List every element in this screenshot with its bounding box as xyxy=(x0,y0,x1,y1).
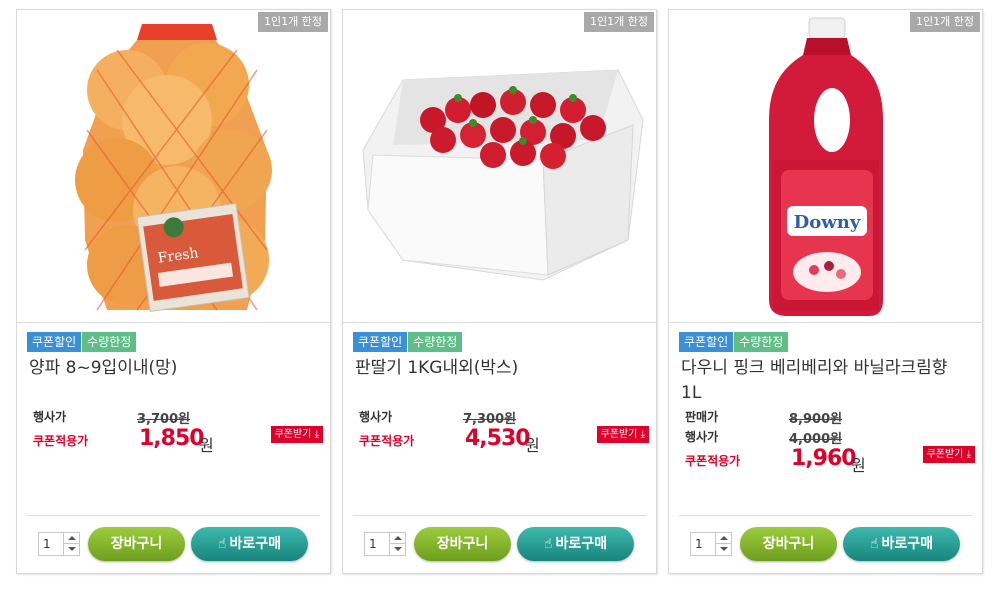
add-to-cart-button[interactable]: 장바구니 xyxy=(414,527,511,561)
quantity-value[interactable]: 1 xyxy=(695,537,703,551)
limit-badge: 1인1개 한정 xyxy=(584,12,654,32)
price-row-event: 행사가 3,700원 xyxy=(33,406,323,427)
divider xyxy=(353,515,646,516)
coupon-discount-tag: 쿠폰할인 xyxy=(353,332,408,352)
divider xyxy=(669,322,982,323)
limited-quantity-tag: 수량한정 xyxy=(82,332,137,352)
price-value: 7,300원 xyxy=(463,412,517,427)
coupon-price-unit: 원 xyxy=(851,456,866,475)
price-value: 3,700원 xyxy=(137,412,191,427)
buy-now-button[interactable]: ☝ 바로구매 xyxy=(191,527,308,561)
divider xyxy=(679,515,972,516)
get-coupon-button[interactable]: 쿠폰받기 ⤓ xyxy=(596,426,649,443)
coupon-discount-tag: 쿠폰할인 xyxy=(27,332,82,352)
coupon-price-label: 쿠폰적용가 xyxy=(359,434,415,448)
price-label: 행사가 xyxy=(685,430,719,444)
price-label: 행사가 xyxy=(33,410,67,424)
price-value: 8,900원 xyxy=(789,412,843,427)
quantity-up-icon[interactable] xyxy=(715,533,731,544)
limited-quantity-tag: 수량한정 xyxy=(734,332,789,352)
divider xyxy=(17,322,330,323)
quantity-value[interactable]: 1 xyxy=(43,537,51,551)
price-row-event: 행사가 7,300원 xyxy=(359,406,649,427)
downy-bottle-image: Downy xyxy=(769,17,883,316)
quantity-value[interactable]: 1 xyxy=(369,537,377,551)
product-name[interactable]: 양파 8~9입이내(망) xyxy=(29,356,319,381)
coupon-discount-tag: 쿠폰할인 xyxy=(679,332,734,352)
hand-pointer-icon: ☝ xyxy=(217,536,227,552)
price-label: 판매가 xyxy=(685,410,719,424)
limit-badge: 1인1개 한정 xyxy=(910,12,980,32)
coupon-price-label: 쿠폰적용가 xyxy=(33,434,89,448)
price-row-event: 행사가 4,000원 xyxy=(685,426,975,447)
buy-now-button[interactable]: ☝ 바로구매 xyxy=(517,527,634,561)
downy-label-text: Downy xyxy=(794,212,861,233)
quantity-up-icon[interactable] xyxy=(389,533,405,544)
quantity-up-icon[interactable] xyxy=(63,533,79,544)
add-to-cart-button[interactable]: 장바구니 xyxy=(740,527,837,561)
get-coupon-button[interactable]: 쿠폰받기 ⤓ xyxy=(270,426,323,443)
product-card-downy: 1인1개 한정 Downy 쿠폰할인 수량한정 다우니 핑크 베리베리와 바닐라… xyxy=(668,9,983,574)
limit-badge: 1인1개 한정 xyxy=(258,12,328,32)
product-image-onion[interactable]: 1인1개 한정 Fresh xyxy=(17,10,330,322)
download-icon: ⤓ xyxy=(966,449,971,460)
limited-quantity-tag: 수량한정 xyxy=(408,332,463,352)
onion-bag-image: Fresh xyxy=(75,24,272,312)
coupon-price-row: 쿠폰적용가 1,850 원 쿠폰받기 ⤓ xyxy=(33,426,323,460)
product-image-strawberry[interactable]: 1인1개 한정 xyxy=(343,10,656,322)
coupon-price-amount: 1,850 xyxy=(139,426,205,451)
tag-group: 쿠폰할인 수량한정 xyxy=(353,332,463,352)
buy-now-button[interactable]: ☝ 바로구매 xyxy=(843,527,960,561)
divider xyxy=(343,322,656,323)
quantity-stepper[interactable]: 1 xyxy=(690,532,732,556)
get-coupon-button[interactable]: 쿠폰받기 ⤓ xyxy=(922,446,975,463)
hand-pointer-icon: ☝ xyxy=(543,536,553,552)
price-list: 행사가 3,700원 쿠폰적용가 1,850 원 쿠폰받기 ⤓ xyxy=(33,406,323,460)
price-list: 판매가 8,900원 행사가 4,000원 쿠폰적용가 1,960 원 쿠폰받기… xyxy=(685,406,975,480)
product-card-onion: 1인1개 한정 Fresh 쿠폰할인 수량한정 양파 8~9입이내(망) 행사가… xyxy=(16,9,331,574)
coupon-price-amount: 4,530 xyxy=(465,426,531,451)
quantity-down-icon[interactable] xyxy=(715,544,731,555)
download-icon: ⤓ xyxy=(640,429,645,440)
product-name[interactable]: 판딸기 1KG내외(박스) xyxy=(355,356,645,381)
product-name[interactable]: 다우니 핑크 베리베리와 바닐라크림향 1L xyxy=(681,356,971,406)
coupon-price-unit: 원 xyxy=(199,436,214,455)
divider xyxy=(27,515,320,516)
coupon-price-amount: 1,960 xyxy=(791,446,857,471)
coupon-price-row: 쿠폰적용가 4,530 원 쿠폰받기 ⤓ xyxy=(359,426,649,460)
product-image-downy[interactable]: 1인1개 한정 Downy xyxy=(669,10,982,322)
coupon-price-unit: 원 xyxy=(525,436,540,455)
price-row-regular: 판매가 8,900원 xyxy=(685,406,975,427)
quantity-down-icon[interactable] xyxy=(63,544,79,555)
hand-pointer-icon: ☝ xyxy=(869,536,879,552)
product-card-strawberry: 1인1개 한정 쿠폰할인 수량한정 판딸기 1KG내외(박스) 행사가 7,30… xyxy=(342,9,657,574)
tag-group: 쿠폰할인 수량한정 xyxy=(27,332,137,352)
quantity-down-icon[interactable] xyxy=(389,544,405,555)
strawberry-box-image xyxy=(362,69,644,281)
quantity-stepper[interactable]: 1 xyxy=(364,532,406,556)
price-label: 행사가 xyxy=(359,410,393,424)
quantity-stepper[interactable]: 1 xyxy=(38,532,80,556)
price-value: 4,000원 xyxy=(789,432,843,447)
tag-group: 쿠폰할인 수량한정 xyxy=(679,332,789,352)
download-icon: ⤓ xyxy=(314,429,319,440)
coupon-price-row: 쿠폰적용가 1,960 원 쿠폰받기 ⤓ xyxy=(685,446,975,480)
coupon-price-label: 쿠폰적용가 xyxy=(685,454,741,468)
price-list: 행사가 7,300원 쿠폰적용가 4,530 원 쿠폰받기 ⤓ xyxy=(359,406,649,460)
add-to-cart-button[interactable]: 장바구니 xyxy=(88,527,185,561)
